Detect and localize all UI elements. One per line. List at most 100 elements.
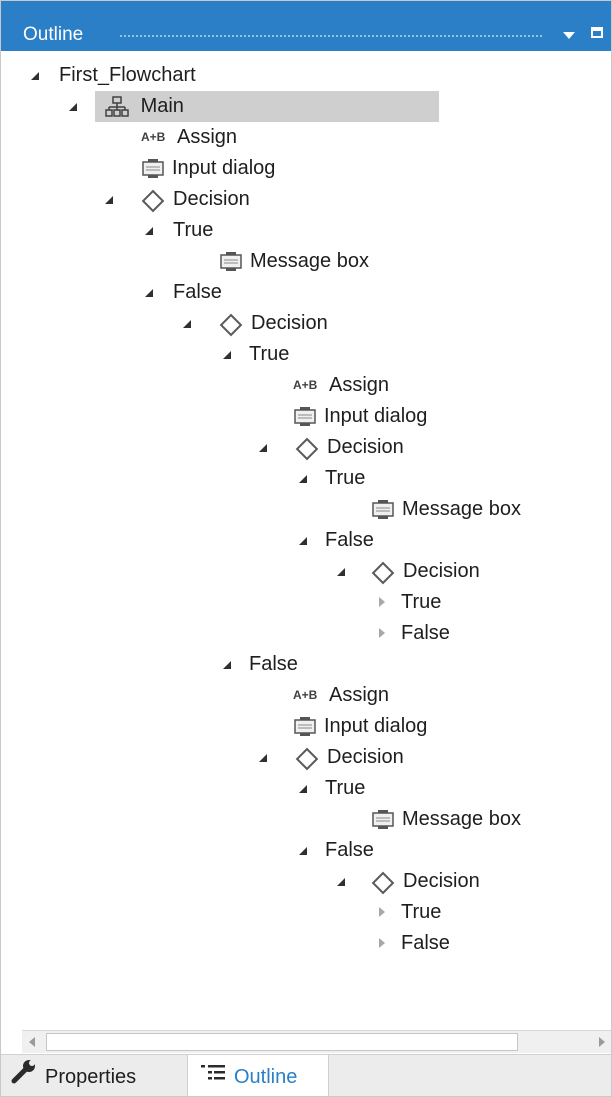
decision-icon [371, 871, 393, 893]
node-label: Assign [329, 684, 390, 707]
decision-icon [219, 313, 241, 335]
node-label: True [401, 591, 442, 614]
tab-label: Outline [234, 1066, 298, 1088]
tree-node-message-box[interactable]: Message box [219, 246, 369, 277]
tree-node-input-dialog[interactable]: Input dialog [293, 711, 427, 742]
collapse-toggle-icon[interactable] [299, 475, 307, 483]
drag-grip[interactable] [119, 34, 543, 39]
tab-properties[interactable]: Properties [11, 1055, 137, 1096]
tree-node-false[interactable]: False [173, 277, 222, 308]
tree-node-false[interactable]: False [401, 618, 450, 649]
scrollbar-thumb[interactable] [46, 1033, 518, 1051]
node-label: True [401, 901, 442, 924]
tree-node-decision[interactable]: Decision [219, 308, 328, 339]
tree-node-true[interactable]: True [401, 897, 441, 928]
collapse-toggle-icon[interactable] [299, 847, 307, 855]
tree-node-true[interactable]: True [325, 463, 365, 494]
collapse-toggle-icon[interactable] [337, 878, 345, 886]
tree-node-input-dialog[interactable]: Input dialog [141, 153, 275, 184]
node-label: Message box [402, 808, 521, 831]
node-label: Decision [327, 436, 404, 459]
decision-icon [371, 561, 393, 583]
dialog-icon [141, 158, 165, 180]
decision-icon [295, 747, 317, 769]
assign-icon: A+B [141, 130, 166, 145]
expand-toggle-icon[interactable] [379, 938, 385, 948]
bottom-tab-strip: Properties Outline [1, 1054, 611, 1096]
tree-node-input-dialog[interactable]: Input dialog [293, 401, 427, 432]
assign-icon: A+B [293, 378, 318, 393]
tree-node-decision[interactable]: Decision [371, 556, 480, 587]
node-label: True [325, 467, 366, 490]
tab-label: Properties [45, 1066, 137, 1088]
dialog-icon [371, 809, 395, 831]
tree-node-false[interactable]: False [249, 649, 298, 680]
tree-node-message-box[interactable]: Message box [371, 494, 521, 525]
tree-node-true[interactable]: True [325, 773, 365, 804]
collapse-toggle-icon[interactable] [223, 661, 231, 669]
node-label: Assign [329, 374, 390, 397]
outline-list-icon [200, 1056, 226, 1096]
tree-node-main[interactable]: Main [95, 91, 439, 122]
horizontal-scrollbar[interactable] [22, 1030, 611, 1053]
dialog-icon [371, 499, 395, 521]
tree-node-message-box[interactable]: Message box [371, 804, 521, 835]
collapse-toggle-icon[interactable] [223, 351, 231, 359]
expand-toggle-icon[interactable] [379, 628, 385, 638]
expand-toggle-icon[interactable] [379, 597, 385, 607]
node-label: True [249, 343, 290, 366]
scroll-right-icon[interactable] [590, 1031, 611, 1053]
collapse-toggle-icon[interactable] [337, 568, 345, 576]
node-label: Assign [177, 126, 238, 149]
expand-toggle-icon[interactable] [379, 907, 385, 917]
node-label: Main [140, 95, 184, 118]
restore-window-icon[interactable] [589, 21, 609, 45]
flowchart-icon [105, 95, 129, 118]
tree-node-decision[interactable]: Decision [141, 184, 250, 215]
node-label: Decision [173, 188, 250, 211]
decision-icon [295, 437, 317, 459]
panel-title: Outline [23, 24, 84, 45]
scroll-left-icon[interactable] [22, 1031, 44, 1053]
tree-node-assign[interactable]: A+B Assign [141, 122, 237, 153]
panel-title-bar[interactable]: Outline [1, 1, 611, 51]
collapse-toggle-icon[interactable] [145, 289, 153, 297]
collapse-toggle-icon[interactable] [259, 444, 267, 452]
node-label: Input dialog [172, 157, 276, 180]
tree-node-false[interactable]: False [325, 835, 374, 866]
collapse-toggle-icon[interactable] [105, 196, 113, 204]
tree-node-false[interactable]: False [401, 928, 450, 959]
wrench-icon [11, 1056, 37, 1096]
collapse-toggle-icon[interactable] [31, 72, 39, 80]
dialog-icon [293, 716, 317, 738]
node-label: Decision [403, 870, 480, 893]
collapse-toggle-icon[interactable] [183, 320, 191, 328]
collapse-toggle-icon[interactable] [145, 227, 153, 235]
node-label: Input dialog [324, 715, 428, 738]
node-label: True [173, 219, 214, 242]
collapse-toggle-icon[interactable] [69, 103, 77, 111]
tree-node-true[interactable]: True [401, 587, 441, 618]
tree-node-assign[interactable]: A+B Assign [293, 680, 389, 711]
tree-node-root[interactable]: First_Flowchart [31, 60, 196, 91]
node-label: False [325, 839, 374, 862]
node-label: False [401, 932, 450, 955]
outline-tree: First_Flowchart Main A+B Assign Input dia… [1, 56, 611, 1026]
node-label: Decision [327, 746, 404, 769]
dropdown-menu-icon[interactable] [559, 21, 579, 45]
node-label: Decision [403, 560, 480, 583]
node-label: False [325, 529, 374, 552]
collapse-toggle-icon[interactable] [299, 785, 307, 793]
collapse-toggle-icon[interactable] [259, 754, 267, 762]
tree-node-decision[interactable]: Decision [371, 866, 480, 897]
tree-node-decision[interactable]: Decision [295, 432, 404, 463]
node-label: Message box [250, 250, 369, 273]
tree-node-assign[interactable]: A+B Assign [293, 370, 389, 401]
tab-outline[interactable]: Outline [187, 1055, 329, 1096]
tree-node-true[interactable]: True [173, 215, 213, 246]
collapse-toggle-icon[interactable] [299, 537, 307, 545]
tree-node-false[interactable]: False [325, 525, 374, 556]
tree-node-decision[interactable]: Decision [295, 742, 404, 773]
dialog-icon [219, 251, 243, 273]
tree-node-true[interactable]: True [249, 339, 289, 370]
